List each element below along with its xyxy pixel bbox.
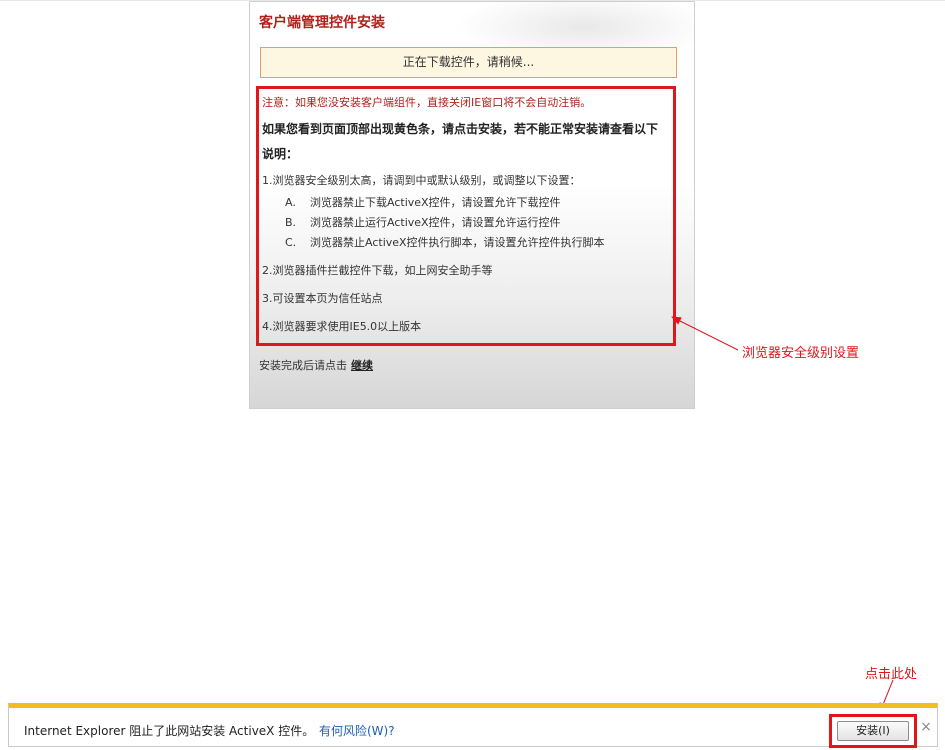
yellow-bar-instruction: 如果您看到页面顶部出现黄色条，请点击安装，若不能正常安装请查看以下说明： — [262, 122, 659, 161]
sub-item-letter: C. — [285, 236, 297, 249]
sub-item-a: A. 浏览器禁止下载ActiveX控件，请设置允许下载控件 — [262, 193, 673, 213]
install-button[interactable]: 安装(I) — [837, 721, 909, 741]
sub-item-text: 浏览器禁止ActiveX控件执行脚本，请设置允许控件执行脚本 — [310, 236, 605, 249]
sub-item-b: B. 浏览器禁止运行ActiveX控件，请设置允许运行控件 — [262, 213, 673, 233]
instruction-item-2: 2.浏览器插件拦截控件下载，如上网安全助手等 — [262, 264, 493, 277]
continue-link[interactable]: 继续 — [351, 359, 373, 372]
continue-prefix: 安装完成后请点击 — [259, 359, 347, 372]
continue-row: 安装完成后请点击 继续 — [259, 357, 373, 373]
ie-notification-bar: Internet Explorer 阻止了此网站安装 ActiveX 控件。 有… — [8, 703, 938, 748]
sub-item-letter: A. — [285, 196, 296, 209]
sub-item-text: 浏览器禁止下载ActiveX控件，请设置允许下载控件 — [310, 196, 561, 209]
activex-blocked-message: Internet Explorer 阻止了此网站安装 ActiveX 控件。 — [24, 724, 315, 738]
sub-item-letter: B. — [285, 216, 297, 229]
what-is-risk-link[interactable]: 有何风险(W)? — [319, 722, 395, 739]
instruction-item-4: 4.浏览器要求使用IE5.0以上版本 — [262, 320, 422, 333]
sub-item-text: 浏览器禁止运行ActiveX控件，请设置允许运行控件 — [310, 216, 561, 229]
close-icon[interactable]: × — [919, 720, 933, 734]
instruction-item-3: 3.可设置本页为信任站点 — [262, 292, 383, 305]
sub-item-c: C. 浏览器禁止ActiveX控件执行脚本，请设置允许控件执行脚本 — [262, 233, 673, 253]
download-status-box: 正在下载控件，请稍候... — [260, 47, 677, 78]
logout-note: 注意：如果您没安装客户端组件，直接关闭IE窗口将不会自动注销。 — [262, 96, 592, 109]
security-level-annotation: 浏览器安全级别设置 — [742, 346, 860, 361]
click-here-annotation: 点击此处 — [865, 667, 918, 682]
install-panel: 客户端管理控件安装 正在下载控件，请稍候... 注意：如果您没安装客户端组件，直… — [249, 1, 695, 409]
panel-title: 客户端管理控件安装 — [259, 15, 385, 31]
instruction-item-1: 1.浏览器安全级别太高，请调到中或默认级别，或调整以下设置： — [262, 174, 581, 187]
security-settings-list: A. 浏览器禁止下载ActiveX控件，请设置允许下载控件 B. 浏览器禁止运行Ac… — [262, 193, 673, 253]
install-highlight-box: 安装(I) — [829, 714, 917, 748]
instructions-box: 注意：如果您没安装客户端组件，直接关闭IE窗口将不会自动注销。 如果您看到页面顶… — [256, 86, 676, 346]
